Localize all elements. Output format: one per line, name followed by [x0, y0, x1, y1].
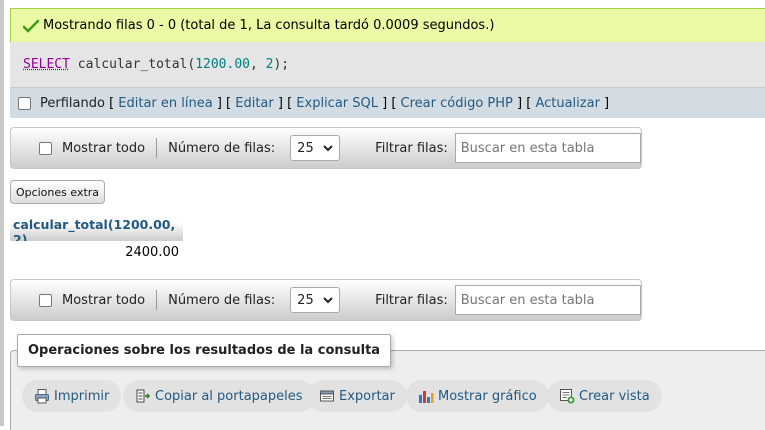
show-all-label: Mostrar todo: [62, 292, 146, 308]
sql-arg-2: 2: [265, 57, 274, 72]
create-php-code-link[interactable]: Crear código PHP: [401, 96, 513, 111]
refresh-link[interactable]: Actualizar: [535, 96, 599, 111]
rows-select-value: 25: [297, 292, 314, 308]
copy-label: Copiar al portapapeles: [155, 388, 303, 404]
edit-link[interactable]: Editar: [235, 96, 274, 111]
print-button[interactable]: Imprimir: [22, 380, 122, 412]
copy-to-clipboard-button[interactable]: Copiar al portapapeles: [123, 380, 315, 412]
rows-label: Número de filas:: [168, 140, 276, 156]
show-all-checkbox[interactable]: [39, 141, 52, 155]
export-button[interactable]: Exportar: [307, 380, 407, 412]
rows-select[interactable]: 25: [290, 135, 341, 161]
create-view-button[interactable]: Crear vista: [547, 380, 662, 412]
filter-label: Filtrar filas:: [375, 140, 448, 156]
show-all-label: Mostrar todo: [62, 140, 146, 156]
edit-inline-link[interactable]: Editar en línea: [118, 96, 212, 111]
rows-select-value: 25: [297, 140, 314, 156]
top-navigation-bar: Mostrar todo Número de filas: 25 Filtrar…: [10, 127, 642, 169]
check-icon: [23, 19, 39, 33]
profiling-checkbox[interactable]: [18, 96, 31, 110]
table-cell[interactable]: 2400.00: [10, 241, 183, 263]
show-all-checkbox[interactable]: [39, 293, 52, 307]
bottom-navigation-bar: Mostrar todo Número de filas: 25 Filtrar…: [10, 279, 642, 321]
search-placeholder: Buscar en esta tabla: [460, 140, 595, 156]
print-label: Imprimir: [54, 388, 110, 404]
chevron-down-icon: [323, 144, 333, 151]
show-chart-label: Mostrar gráfico: [438, 388, 537, 404]
create-view-icon: [560, 389, 575, 404]
explain-sql-link[interactable]: Explicar SQL: [296, 96, 378, 111]
export-label: Exportar: [339, 388, 395, 404]
rows-select[interactable]: 25: [290, 287, 341, 313]
filter-label: Filtrar filas:: [375, 292, 448, 308]
extra-options-button[interactable]: Opciones extra: [10, 180, 105, 204]
profiling-bar: Perfilando [ Editar en línea ] [ Editar …: [10, 87, 765, 118]
show-chart-button[interactable]: Mostrar gráfico: [406, 380, 549, 412]
sql-query: SELECT calcular_total ( 1200.00 , 2 );: [10, 42, 765, 87]
divider: [156, 290, 158, 310]
create-view-label: Crear vista: [579, 388, 650, 404]
filter-search-input[interactable]: Buscar en esta tabla: [454, 133, 641, 163]
profiling-label: Perfilando: [40, 95, 105, 111]
search-placeholder: Buscar en esta tabla: [460, 292, 595, 308]
bar-chart-icon: [419, 391, 434, 403]
column-header[interactable]: calcular_total(1200.00, 2): [10, 217, 183, 247]
query-operations-legend: Operaciones sobre los resultados de la c…: [17, 334, 392, 367]
success-text: Mostrando filas 0 - 0 (total de 1, La co…: [43, 18, 495, 33]
rows-label: Número de filas:: [168, 292, 276, 308]
export-icon: [320, 390, 334, 402]
sql-function: calcular_total: [77, 57, 188, 72]
left-edge-border: [0, 0, 4, 426]
sql-arg-1: 1200.00: [195, 57, 250, 72]
divider: [156, 138, 158, 158]
sql-keyword[interactable]: SELECT: [23, 57, 70, 72]
success-message: Mostrando filas 0 - 0 (total de 1, La co…: [10, 8, 765, 43]
clipboard-copy-icon: [136, 389, 151, 403]
chevron-down-icon: [323, 296, 333, 303]
printer-icon: [35, 389, 49, 404]
filter-search-input[interactable]: Buscar en esta tabla: [454, 285, 641, 315]
